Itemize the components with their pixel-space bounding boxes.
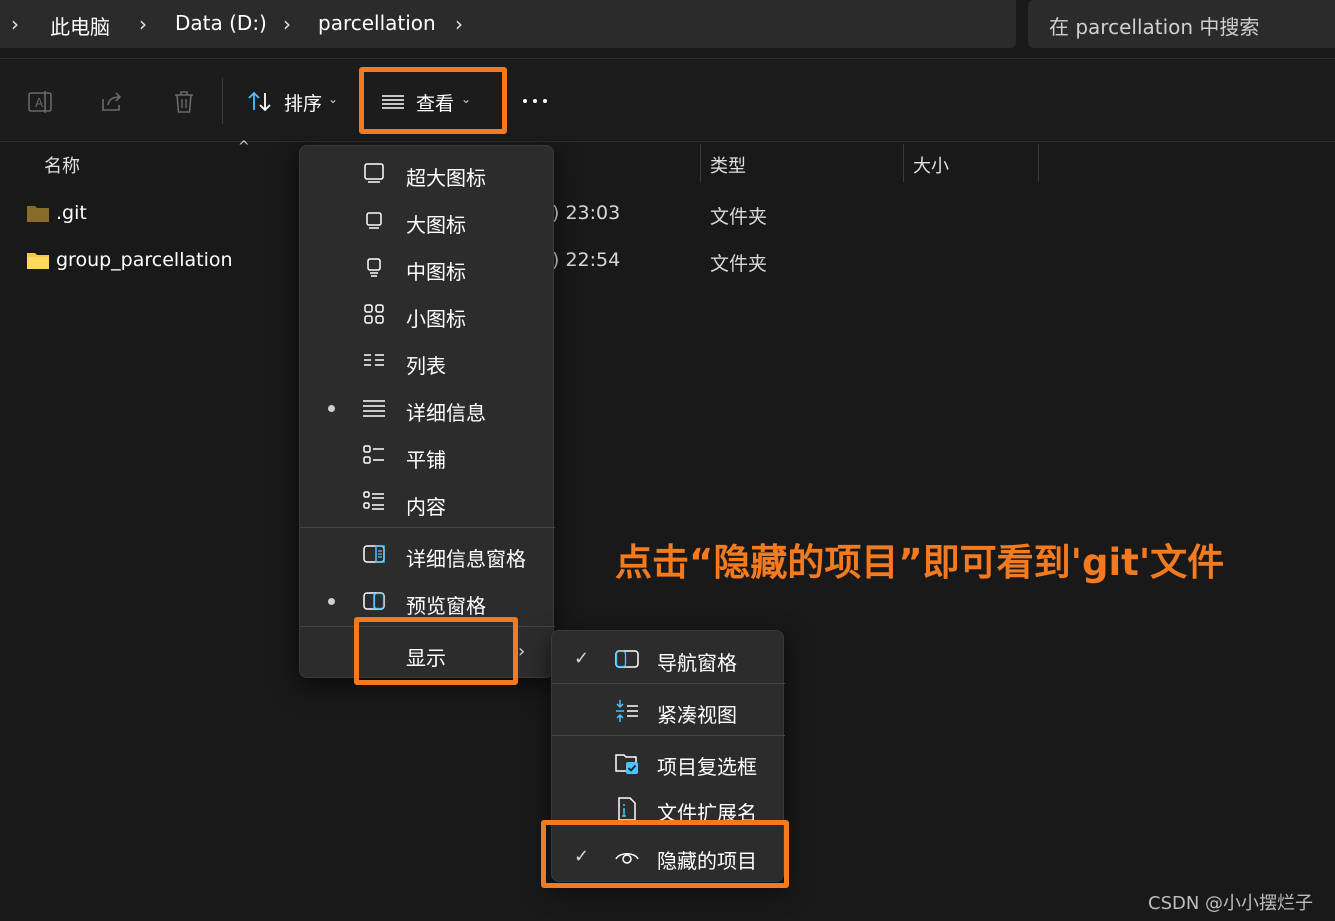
menu-item-details[interactable]: 详细信息 — [300, 386, 555, 430]
menu-separator — [300, 527, 555, 528]
column-header-type[interactable]: 类型 — [710, 152, 746, 178]
small-icons-icon — [362, 302, 386, 326]
menu-item-label: 预览窗格 — [406, 594, 486, 618]
check-icon: ✓ — [574, 648, 590, 669]
menu-item-label: 大图标 — [406, 213, 466, 237]
search-box[interactable]: 在 parcellation 中搜索 — [1028, 0, 1335, 48]
menu-item-list[interactable]: 列表 — [300, 339, 555, 383]
svg-text:A: A — [35, 96, 44, 110]
menu-item-navigation-pane[interactable]: ✓ 导航窗格 — [552, 635, 785, 681]
compact-view-icon — [614, 698, 640, 724]
menu-item-label: 平铺 — [406, 448, 446, 472]
tiles-icon — [362, 443, 386, 467]
menu-item-label: 项目复选框 — [657, 755, 757, 779]
menu-item-label: 小图标 — [406, 307, 466, 331]
chevron-right-icon: › — [518, 641, 526, 662]
annotation-text: 点击“隐藏的项目”即可看到'git'文件 — [615, 541, 1225, 584]
list-icon — [362, 349, 386, 373]
watermark: CSDN @小小摆烂子 — [1148, 893, 1314, 914]
column-header-size[interactable]: 大小 — [913, 152, 949, 178]
file-date: ) 23:03 — [552, 202, 621, 224]
menu-item-label: 内容 — [406, 495, 446, 519]
navigation-pane-icon — [614, 646, 640, 672]
file-name[interactable]: .git — [56, 202, 87, 224]
share-icon[interactable] — [98, 88, 126, 116]
selected-indicator — [328, 405, 335, 412]
column-divider[interactable] — [903, 144, 904, 182]
divider — [0, 141, 1335, 142]
rename-icon[interactable]: A — [26, 88, 54, 116]
chevron-right-icon[interactable]: › — [276, 13, 298, 35]
folder-icon — [26, 203, 50, 223]
search-input[interactable]: 在 parcellation 中搜索 — [1049, 11, 1259, 40]
file-type: 文件夹 — [710, 206, 768, 228]
details-pane-icon — [362, 542, 386, 566]
toolbar-divider — [222, 78, 223, 124]
menu-item-label: 紧凑视图 — [657, 703, 737, 727]
chevron-right-icon[interactable]: › — [132, 13, 154, 35]
menu-item-large-icons[interactable]: 大图标 — [300, 198, 555, 242]
item-checkbox-icon — [614, 750, 640, 776]
menu-item-tiles[interactable]: 平铺 — [300, 433, 555, 477]
menu-item-details-pane[interactable]: 详细信息窗格 — [300, 532, 555, 576]
extra-large-icons-icon — [362, 161, 386, 185]
menu-item-medium-icons[interactable]: 中图标 — [300, 245, 555, 289]
menu-item-label: 详细信息 — [406, 401, 486, 425]
large-icons-icon — [362, 208, 386, 232]
column-divider[interactable] — [700, 144, 701, 182]
menu-item-label: 中图标 — [406, 260, 466, 284]
content-icon — [362, 490, 386, 514]
file-extension-icon — [614, 796, 640, 822]
chevron-down-icon[interactable]: ⌄ — [328, 92, 338, 106]
highlight-hidden-items — [541, 820, 789, 888]
more-icon[interactable] — [518, 87, 552, 115]
selected-indicator — [328, 598, 335, 605]
column-divider[interactable] — [1038, 144, 1039, 182]
menu-item-item-checkboxes[interactable]: 项目复选框 — [552, 739, 785, 785]
breadcrumb-data-drive[interactable]: Data (D:) — [175, 11, 267, 35]
breadcrumb-parcellation[interactable]: parcellation — [318, 11, 436, 35]
menu-item-small-icons[interactable]: 小图标 — [300, 292, 555, 336]
address-bar[interactable]: › 此电脑 › Data (D:) › parcellation › — [0, 0, 1016, 48]
sort-button[interactable]: 排序 — [284, 89, 322, 116]
details-icon — [362, 396, 386, 420]
highlight-show-item — [354, 617, 518, 685]
menu-item-compact-view[interactable]: 紧凑视图 — [552, 687, 785, 733]
medium-icons-icon — [362, 255, 386, 279]
sort-icon[interactable] — [246, 88, 274, 116]
column-header-name[interactable]: 名称 — [44, 152, 80, 178]
file-type: 文件夹 — [710, 253, 768, 275]
command-bar — [0, 59, 1335, 141]
menu-item-extra-large-icons[interactable]: 超大图标 — [300, 151, 555, 195]
menu-item-label: 超大图标 — [406, 166, 486, 190]
folder-icon — [26, 250, 50, 270]
file-name[interactable]: group_parcellation — [56, 249, 233, 271]
menu-item-label: 导航窗格 — [657, 651, 737, 675]
menu-separator — [552, 735, 785, 736]
menu-separator — [552, 683, 785, 684]
sort-ascending-icon: ^ — [238, 139, 250, 155]
view-menu: 超大图标 大图标 中图标 小图标 列表 详细信息 平铺 内容 详细信息窗格 预览… — [299, 145, 555, 678]
menu-item-label: 详细信息窗格 — [406, 547, 526, 571]
menu-item-label: 列表 — [406, 354, 446, 378]
menu-item-content[interactable]: 内容 — [300, 480, 555, 524]
file-date: ) 22:54 — [552, 249, 621, 271]
highlight-view-button — [359, 67, 507, 134]
delete-icon[interactable] — [170, 88, 198, 116]
chevron-right-icon[interactable]: › — [4, 13, 26, 35]
preview-pane-icon — [362, 589, 386, 613]
chevron-right-icon[interactable]: › — [448, 13, 470, 35]
breadcrumb-this-pc[interactable]: 此电脑 — [50, 11, 110, 40]
